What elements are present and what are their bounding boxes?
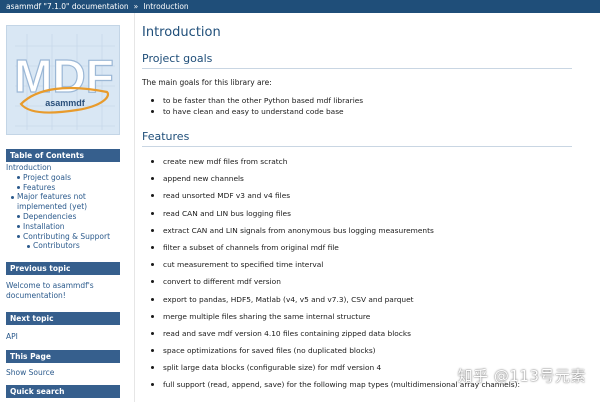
list-item: to have clean and easy to understand cod… — [149, 107, 589, 118]
breadcrumb-current-link[interactable]: Introduction — [143, 2, 188, 11]
toc-item-dependencies[interactable]: Dependencies — [6, 212, 120, 222]
previous-topic-link[interactable]: Welcome to asammdf's documentation! — [6, 281, 120, 301]
bullet-icon — [27, 244, 30, 248]
bullet-icon — [17, 225, 20, 229]
breadcrumb: asammdf "7.1.0" documentation » Introducti… — [0, 0, 600, 13]
features-heading: Features — [142, 130, 572, 147]
next-topic-link[interactable]: API — [6, 332, 120, 342]
project-goals-heading: Project goals — [142, 52, 572, 69]
features-list: create new mdf files from scratch append… — [149, 157, 589, 398]
bullet-icon — [17, 215, 20, 219]
toc-item-installation[interactable]: Installation — [6, 222, 120, 232]
toc-item-contributors[interactable]: Contributors — [6, 241, 120, 251]
show-source-link[interactable]: Show Source — [6, 368, 120, 378]
toc-item-major-features[interactable]: Major features not implemented (yet) — [6, 192, 120, 212]
bullet-icon — [17, 186, 20, 190]
this-page-heading: This Page — [6, 350, 120, 363]
toc-item-project-goals[interactable]: Project goals — [6, 173, 120, 183]
toc-item-introduction[interactable]: Introduction — [6, 163, 120, 173]
toc-item-label: Contributing & Support — [23, 231, 111, 241]
bullet-icon — [17, 235, 20, 239]
list-item: filter a subset of channels from origina… — [149, 243, 589, 260]
toc-item-label: Contributors — [33, 241, 80, 251]
toc-item-label: Dependencies — [23, 211, 77, 221]
toc-item-label: Installation — [23, 221, 65, 231]
list-item: read and save mdf version 4.10 files con… — [149, 329, 589, 346]
previous-topic-heading: Previous topic — [6, 262, 120, 275]
goals-intro: The main goals for this library are: — [142, 78, 272, 87]
breadcrumb-root-link[interactable]: asammdf "7.1.0" documentation — [6, 2, 129, 11]
sidebar: MDF asammdf Table of Contents Introducti… — [0, 13, 126, 402]
toc-item-label: Introduction — [6, 163, 52, 172]
logo-asammdf-text: asammdf — [45, 98, 86, 108]
toc-item-contributing[interactable]: Contributing & Support — [6, 232, 120, 242]
toc-item-label: Project goals — [23, 172, 71, 182]
list-item: append new channels — [149, 174, 589, 191]
goals-list: to be faster than the other Python based… — [149, 96, 589, 118]
watermark: 知乎 @113号元素 — [457, 367, 586, 385]
list-item: export to pandas, HDF5, Matlab (v4, v5 a… — [149, 295, 589, 312]
breadcrumb-separator: » — [133, 2, 139, 11]
table-of-contents: Introduction Project goals Features Majo… — [6, 163, 120, 251]
toc-item-label: Features — [23, 182, 56, 192]
bullet-icon — [11, 195, 14, 199]
toc-item-features[interactable]: Features — [6, 183, 120, 193]
list-item: read unsorted MDF v3 and v4 files — [149, 191, 589, 208]
list-item: space optimizations for saved files (no … — [149, 346, 589, 363]
logo-graphic: MDF asammdf — [14, 34, 115, 130]
list-item: cut measurement to specified time interv… — [149, 260, 589, 277]
list-item: merge multiple files sharing the same in… — [149, 312, 589, 329]
list-item: extract CAN and LIN signals from anonymo… — [149, 226, 589, 243]
list-item: convert to different mdf version — [149, 277, 589, 294]
list-item: create new mdf files from scratch — [149, 157, 589, 174]
next-topic-heading: Next topic — [6, 312, 120, 325]
logo-mdf-text: MDF — [14, 50, 114, 102]
list-item: to be faster than the other Python based… — [149, 96, 589, 107]
list-item: read CAN and LIN bus logging files — [149, 209, 589, 226]
page-title: Introduction — [142, 25, 221, 40]
toc-heading: Table of Contents — [6, 149, 120, 162]
toc-item-label: Major features not implemented (yet) — [17, 192, 88, 212]
quick-search-heading: Quick search — [6, 385, 120, 398]
asammdf-logo[interactable]: MDF asammdf — [6, 25, 120, 135]
main-content: Introduction Project goals The main goal… — [134, 13, 600, 402]
bullet-icon — [17, 176, 20, 180]
